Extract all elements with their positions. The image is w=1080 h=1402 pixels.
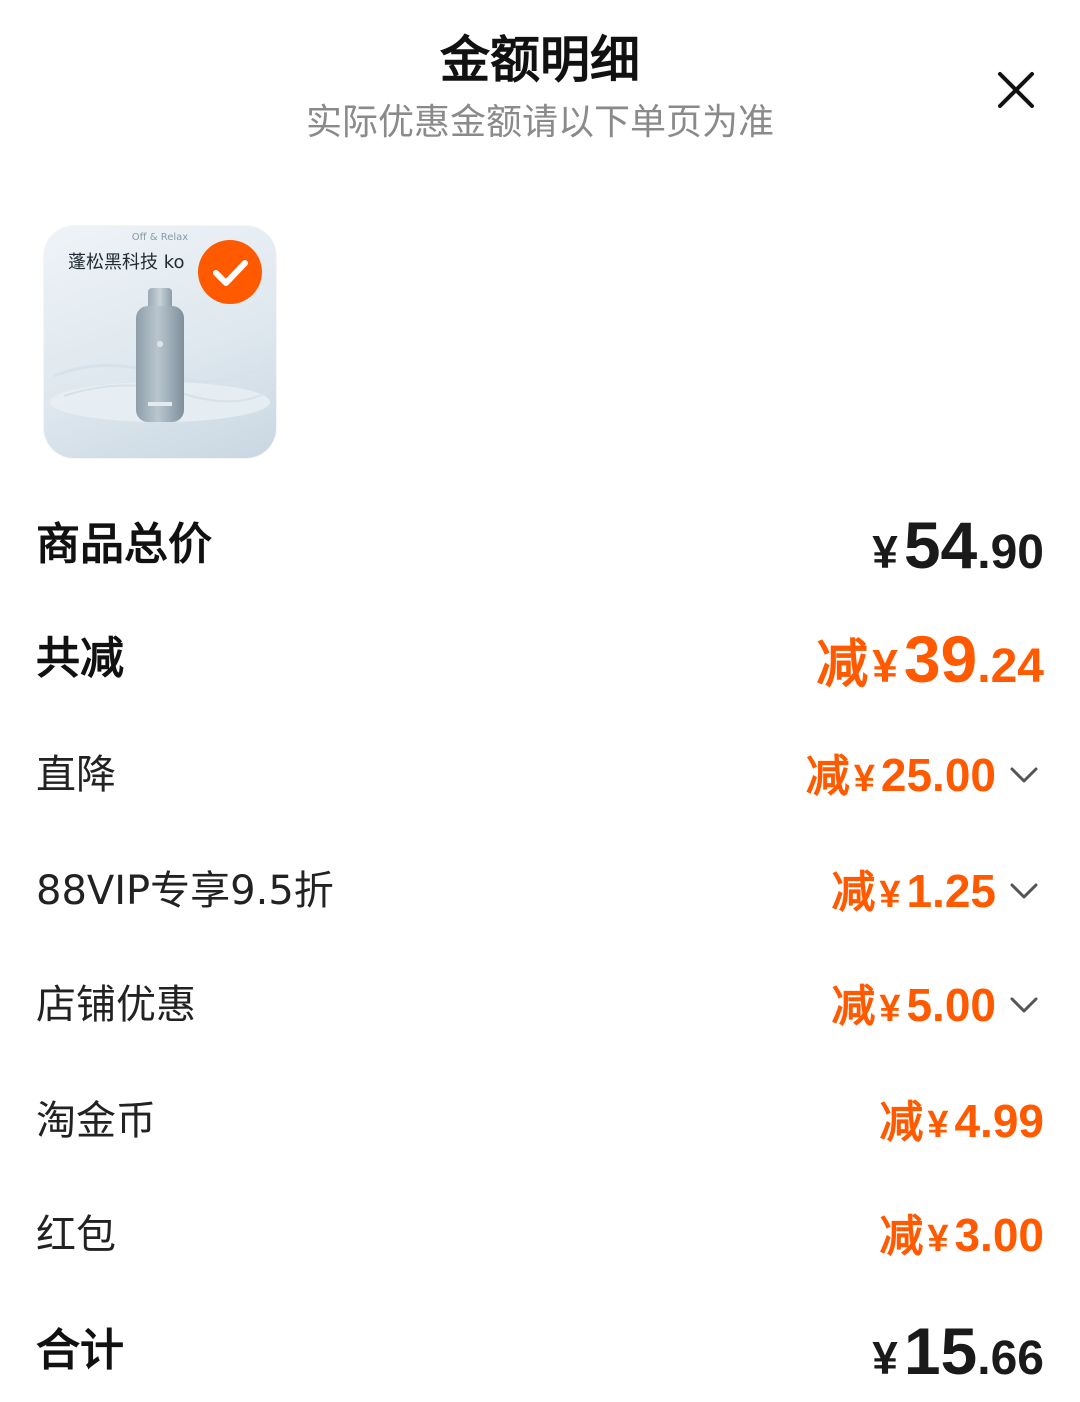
chevron-down-icon[interactable] xyxy=(1004,871,1044,911)
currency-symbol: ¥ xyxy=(872,1332,898,1384)
vip-discount-label: 88VIP专享9.5折 xyxy=(36,868,334,914)
direct-reduction-value: 减 ¥ 25 .00 xyxy=(806,730,1044,820)
goods-total-value: ¥ 54 .90 xyxy=(872,500,1044,590)
close-icon xyxy=(998,72,1034,108)
amount-integer: 25 xyxy=(880,749,933,801)
vip-discount-value: 减 ¥ 1 .25 xyxy=(831,846,1044,936)
selected-badge xyxy=(198,240,262,304)
currency-symbol: ¥ xyxy=(853,758,875,800)
taojinbi-value: 减 ¥ 4 .99 xyxy=(879,1076,1044,1166)
row-grand-total: 合计 ¥ 15 .66 xyxy=(36,1306,1044,1396)
red-packet-value: 减 ¥ 3 .00 xyxy=(879,1190,1044,1280)
chevron-down-icon[interactable] xyxy=(1004,985,1044,1025)
discount-total-label: 共减 xyxy=(36,633,124,684)
discount-prefix: 减 xyxy=(816,636,869,694)
grand-total-value: ¥ 15 .66 xyxy=(872,1306,1044,1396)
amount-integer: 39 xyxy=(903,622,978,696)
row-88vip-discount[interactable]: 88VIP专享9.5折 减 ¥ 1 .25 xyxy=(36,846,1044,936)
discount-prefix: 减 xyxy=(879,1212,924,1261)
product-title-text: 蓬松黑科技 ko xyxy=(68,252,185,273)
amount-integer: 3 xyxy=(954,1209,981,1261)
currency-symbol: ¥ xyxy=(879,874,901,916)
shop-discount-value: 减 ¥ 5 .00 xyxy=(831,960,1044,1050)
amount-decimal: .00 xyxy=(980,1209,1044,1261)
amount-decimal: .66 xyxy=(977,1332,1044,1385)
sheet-subtitle: 实际优惠金额请以下单页为准 xyxy=(305,102,774,143)
discount-prefix: 减 xyxy=(831,868,876,917)
goods-total-label: 商品总价 xyxy=(36,519,212,570)
shop-discount-label: 店铺优惠 xyxy=(36,982,196,1028)
discount-total-value: 减 ¥ 39 .24 xyxy=(816,614,1044,704)
amount-integer: 4 xyxy=(954,1095,981,1147)
amount-decimal: .99 xyxy=(980,1095,1044,1147)
amount-decimal: .00 xyxy=(932,979,996,1031)
currency-symbol: ¥ xyxy=(879,988,901,1030)
taojinbi-label: 淘金币 xyxy=(36,1098,156,1144)
red-packet-label: 红包 xyxy=(36,1212,116,1258)
check-icon xyxy=(213,260,248,286)
close-button[interactable] xyxy=(986,64,1046,120)
amount-integer: 15 xyxy=(903,1314,978,1388)
sheet-title: 金额明细 xyxy=(440,31,640,89)
amount-decimal: .90 xyxy=(977,526,1044,579)
currency-symbol: ¥ xyxy=(927,1218,949,1260)
currency-symbol: ¥ xyxy=(927,1104,949,1146)
row-taojinbi: 淘金币 减 ¥ 4 .99 xyxy=(36,1076,1044,1166)
grand-total-label: 合计 xyxy=(36,1325,124,1376)
row-red-packet: 红包 减 ¥ 3 .00 xyxy=(36,1190,1044,1280)
discount-prefix: 减 xyxy=(879,1098,924,1147)
amount-integer: 5 xyxy=(906,979,933,1031)
row-goods-total: 商品总价 ¥ 54 .90 xyxy=(36,500,1044,590)
amount-integer: 54 xyxy=(903,508,978,582)
amount-decimal: .00 xyxy=(932,749,996,801)
amount-detail-sheet: 金额明细 实际优惠金额请以下单页为准 Off & Relax 蓬松黑科技 ko … xyxy=(0,0,1080,1402)
row-shop-discount[interactable]: 店铺优惠 减 ¥ 5 .00 xyxy=(36,960,1044,1050)
amount-decimal: .25 xyxy=(932,865,996,917)
currency-symbol: ¥ xyxy=(872,640,898,692)
amount-decimal: .24 xyxy=(977,640,1044,693)
currency-symbol: ¥ xyxy=(872,526,898,578)
amount-integer: 1 xyxy=(906,865,933,917)
chevron-down-icon[interactable] xyxy=(1004,755,1044,795)
discount-prefix: 减 xyxy=(831,982,876,1031)
row-direct-reduction[interactable]: 直降 减 ¥ 25 .00 xyxy=(36,730,1044,820)
discount-prefix: 减 xyxy=(805,752,850,801)
row-discount-total: 共减 减 ¥ 39 .24 xyxy=(36,614,1044,704)
direct-reduction-label: 直降 xyxy=(36,752,116,798)
